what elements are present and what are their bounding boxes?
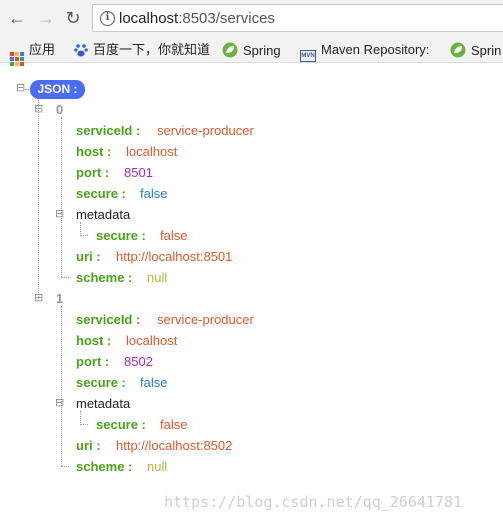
tree-connector: [80, 411, 81, 425]
bookmark-label: Maven Repository:: [321, 42, 430, 57]
spring-leaf-icon: [222, 42, 238, 58]
bookmark-label: 百度一下，你就知道: [93, 42, 211, 57]
key-secure: secure :: [76, 375, 126, 390]
key-scheme: scheme :: [76, 270, 133, 285]
key-uri: uri :: [76, 438, 101, 453]
tree-connector: [38, 100, 39, 301]
url-host: localhost: [119, 10, 179, 27]
key-host: host :: [76, 144, 112, 159]
key-metadata-secure: secure :: [96, 417, 146, 432]
value-secure: false: [140, 186, 168, 201]
tree-connector: [61, 277, 69, 278]
value-scheme: null: [147, 459, 168, 474]
bookmark-label: Sprin: [471, 43, 502, 58]
key-metadata: metadata: [76, 207, 131, 222]
tree-connector: [61, 466, 69, 467]
url-path: :8503/services: [178, 10, 275, 27]
bookmarks-bar: 应用 百度一下，你就知道 Spring MVN Maven Repository:…: [0, 37, 503, 66]
value-uri: http://localhost:8501: [116, 249, 233, 264]
key-secure: secure :: [76, 186, 126, 201]
forward-arrow-icon[interactable]: →: [35, 7, 57, 29]
key-serviceId: serviceId :: [76, 123, 141, 138]
bookmark-label: 应用: [29, 42, 56, 57]
tree-connector: [80, 222, 81, 236]
collapse-toggle-icon[interactable]: ⊟: [16, 83, 25, 94]
tree-connector: [80, 235, 88, 236]
key-port: port :: [76, 354, 110, 369]
bookmark-maven[interactable]: MVN Maven Repository:: [300, 42, 430, 62]
reload-icon[interactable]: ↻: [62, 7, 84, 29]
key-metadata-secure: secure :: [96, 228, 146, 243]
info-icon[interactable]: i: [100, 11, 115, 26]
bookmark-label: Spring: [243, 43, 281, 58]
key-scheme: scheme :: [76, 459, 133, 474]
key-metadata: metadata: [76, 396, 131, 411]
value-port: 8501: [124, 165, 153, 180]
value-serviceId: service-producer: [157, 123, 254, 138]
address-bar[interactable]: i localhost:8503/services: [92, 4, 503, 32]
key-host: host :: [76, 333, 112, 348]
value-host: localhost: [126, 333, 178, 348]
mvn-icon: MVN: [300, 50, 316, 62]
key-uri: uri :: [76, 249, 101, 264]
value-host: localhost: [126, 144, 178, 159]
value-uri: http://localhost:8502: [116, 438, 233, 453]
json-root-badge: JSON :: [30, 80, 85, 99]
value-serviceId: service-producer: [157, 312, 254, 327]
collapse-toggle-icon[interactable]: ⊟: [34, 293, 43, 304]
key-port: port :: [76, 165, 110, 180]
value-secure: false: [140, 375, 168, 390]
array-index: 1: [56, 291, 64, 306]
bookmark-baidu[interactable]: 百度一下，你就知道: [74, 42, 210, 58]
bookmark-spring[interactable]: Spring: [222, 42, 281, 58]
value-scheme: null: [147, 270, 168, 285]
back-arrow-icon[interactable]: ←: [6, 7, 28, 29]
tree-connector: [80, 424, 88, 425]
url-text[interactable]: localhost:8503/services: [119, 10, 275, 27]
collapse-toggle-icon[interactable]: ⊟: [55, 398, 64, 409]
baidu-paw-icon: [74, 44, 88, 57]
value-port: 8502: [124, 354, 153, 369]
bookmark-spring-2[interactable]: Sprin: [450, 42, 501, 58]
value-metadata-secure: false: [160, 228, 188, 243]
array-index: 0: [56, 102, 64, 117]
watermark: https://blog.csdn.net/qq_26641781: [164, 493, 463, 511]
bookmark-apps[interactable]: 应用: [10, 42, 56, 66]
spring-leaf-icon: [450, 42, 466, 58]
tree-connector: [61, 306, 62, 466]
tree-connector: [61, 117, 62, 277]
key-serviceId: serviceId :: [76, 312, 141, 327]
json-viewer: ⊟ JSON : ⊟ 0 serviceId : service-produce…: [0, 64, 503, 523]
collapse-toggle-icon[interactable]: ⊟: [34, 104, 43, 115]
collapse-toggle-icon[interactable]: ⊟: [55, 209, 64, 220]
browser-toolbar: ← → ↻ i localhost:8503/services: [0, 0, 503, 37]
value-metadata-secure: false: [160, 417, 188, 432]
